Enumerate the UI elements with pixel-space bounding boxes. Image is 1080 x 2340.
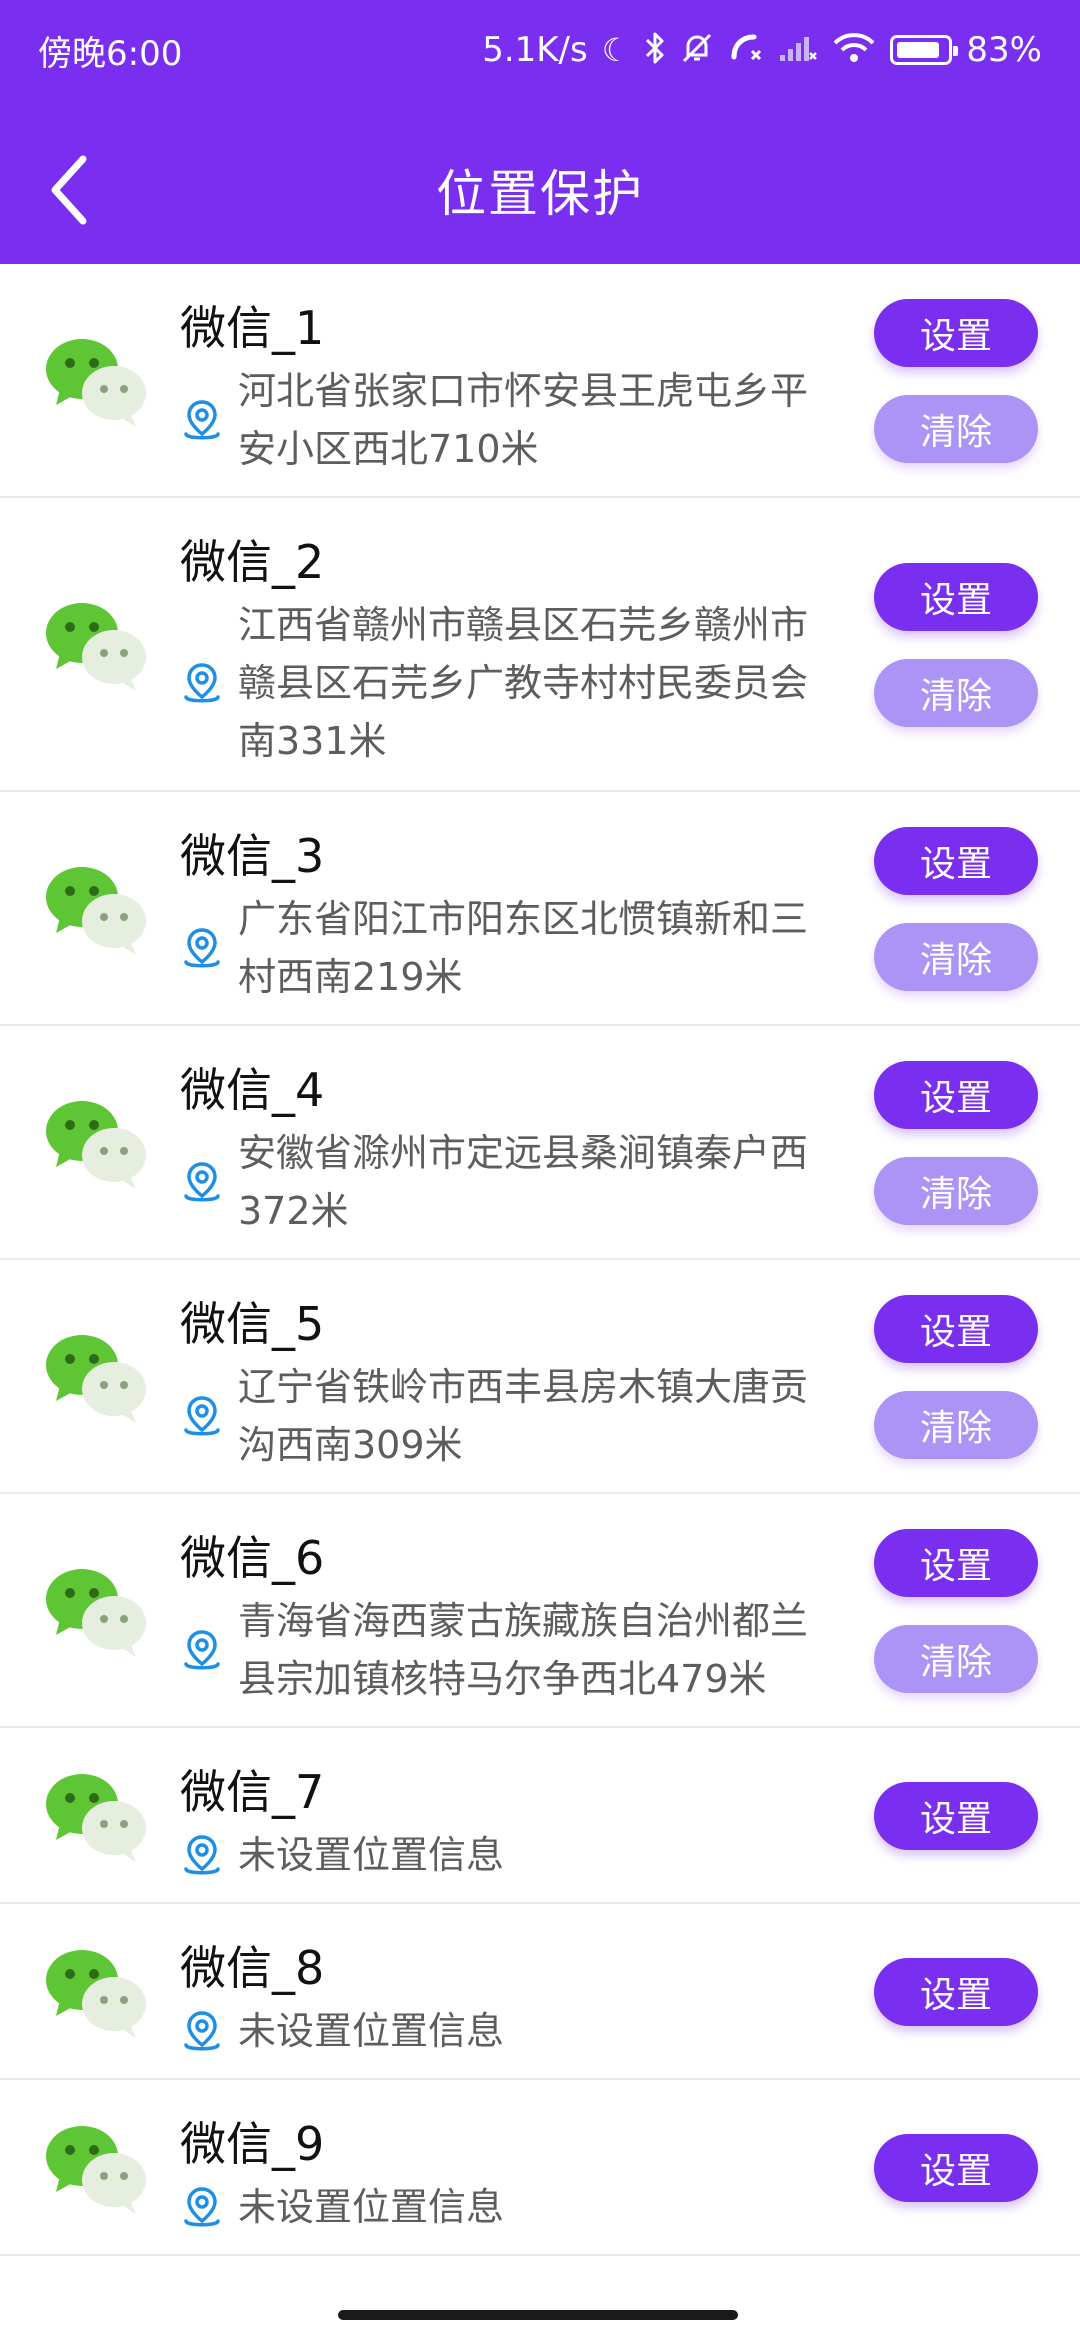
app-name: 微信_6 (180, 1531, 325, 1585)
app-name: 微信_5 (180, 1297, 325, 1351)
back-button[interactable] (30, 150, 110, 230)
set-button[interactable]: 设置 (874, 827, 1038, 895)
bluetooth-icon (644, 31, 666, 70)
location-text: 未设置位置信息 (238, 2009, 505, 2053)
location-pin-icon (180, 661, 224, 705)
app-name: 微信_1 (180, 301, 325, 355)
network-speed: 5.1K/s (482, 30, 588, 70)
battery-icon (890, 35, 959, 65)
app-name: 微信_9 (180, 2117, 325, 2171)
location-text: 河北省张家口市怀安县王虎屯乡平安小区西北710米 (238, 369, 809, 471)
app-name: 微信_4 (180, 1063, 325, 1117)
wechat-icon (44, 2118, 148, 2218)
location-pin-icon (180, 2009, 224, 2053)
wechat-icon (44, 331, 148, 431)
app-name: 微信_3 (180, 829, 325, 883)
status-icons: 5.1K/s ☾ 83% (482, 30, 1042, 70)
chevron-left-icon (51, 155, 87, 225)
wechat-icon (44, 1561, 148, 1661)
nav-bar: 位置保护 (0, 120, 1080, 260)
app-header: 傍晚6:00 5.1K/s ☾ 83% 位置保护 (0, 0, 1080, 264)
list-item: 微信_6 青海省海西蒙古族藏族自治州都兰县宗加镇核特马尔争西北479米 清除 设置 (0, 1494, 1080, 1728)
list-item: 微信_9 未设置位置信息 设置 (0, 2080, 1080, 2256)
list-item: 微信_7 未设置位置信息 设置 (0, 1728, 1080, 1904)
list-item: 微信_5 辽宁省铁岭市西丰县房木镇大唐贡沟西南309米 清除 设置 (0, 1260, 1080, 1494)
list-item: 微信_3 广东省阳江市阳东区北惯镇新和三村西南219米 清除 设置 (0, 792, 1080, 1026)
location-pin-icon (180, 398, 224, 442)
status-time: 傍晚6:00 (38, 33, 183, 74)
wechat-icon (44, 1766, 148, 1866)
location-text: 广东省阳江市阳东区北惯镇新和三村西南219米 (238, 897, 809, 999)
location-text: 辽宁省铁岭市西丰县房木镇大唐贡沟西南309米 (238, 1365, 809, 1467)
location-text: 江西省赣州市赣县区石芫乡赣州市赣县区石芫乡广教寺村村民委员会南331米 (238, 603, 809, 763)
location-text: 安徽省滁州市定远县桑涧镇秦户西372米 (238, 1131, 809, 1233)
app-list: 微信_1 河北省张家口市怀安县王虎屯乡平安小区西北710米 清除 设置 微信_2 江西… (0, 264, 1080, 2256)
clear-button[interactable]: 清除 (874, 395, 1038, 463)
app-name: 微信_8 (180, 1941, 325, 1995)
set-button[interactable]: 设置 (874, 563, 1038, 631)
wechat-icon (44, 1942, 148, 2042)
wechat-icon (44, 595, 148, 695)
location-pin-icon (180, 1628, 224, 1672)
clear-button[interactable]: 清除 (874, 923, 1038, 991)
location-text: 未设置位置信息 (238, 1833, 505, 1877)
list-item: 微信_8 未设置位置信息 设置 (0, 1904, 1080, 2080)
set-button[interactable]: 设置 (874, 299, 1038, 367)
clear-button[interactable]: 清除 (874, 1391, 1038, 1459)
list-item: 微信_4 安徽省滁州市定远县桑涧镇秦户西372米 清除 设置 (0, 1026, 1080, 1260)
wechat-icon (44, 1327, 148, 1427)
call-missed-icon (728, 31, 764, 70)
list-item: 微信_2 江西省赣州市赣县区石芫乡赣州市赣县区石芫乡广教寺村村民委员会南331米 … (0, 498, 1080, 792)
wechat-icon (44, 1093, 148, 1193)
app-name: 微信_2 (180, 535, 325, 589)
signal-icon (778, 33, 818, 68)
set-button[interactable]: 设置 (874, 2134, 1038, 2202)
location-pin-icon (180, 1394, 224, 1438)
bell-muted-icon (680, 31, 714, 70)
location-pin-icon (180, 1833, 224, 1877)
clear-button[interactable]: 清除 (874, 1625, 1038, 1693)
clear-button[interactable]: 清除 (874, 659, 1038, 727)
app-name: 微信_7 (180, 1765, 325, 1819)
clear-button[interactable]: 清除 (874, 1157, 1038, 1225)
location-pin-icon (180, 1160, 224, 1204)
battery-percent: 83% (966, 30, 1042, 70)
set-button[interactable]: 设置 (874, 1782, 1038, 1850)
set-button[interactable]: 设置 (874, 1061, 1038, 1129)
wifi-icon (832, 32, 876, 69)
wechat-icon (44, 859, 148, 959)
location-text: 青海省海西蒙古族藏族自治州都兰县宗加镇核特马尔争西北479米 (238, 1599, 809, 1701)
location-text: 未设置位置信息 (238, 2185, 505, 2229)
set-button[interactable]: 设置 (874, 1958, 1038, 2026)
location-pin-icon (180, 926, 224, 970)
battery-fill (897, 42, 940, 58)
status-bar: 傍晚6:00 5.1K/s ☾ 83% (0, 0, 1080, 100)
home-indicator[interactable] (338, 2310, 738, 2320)
location-pin-icon (180, 2185, 224, 2229)
list-item: 微信_1 河北省张家口市怀安县王虎屯乡平安小区西北710米 清除 设置 (0, 264, 1080, 498)
set-button[interactable]: 设置 (874, 1295, 1038, 1363)
moon-icon: ☾ (601, 31, 631, 69)
set-button[interactable]: 设置 (874, 1529, 1038, 1597)
page-title: 位置保护 (436, 165, 644, 223)
